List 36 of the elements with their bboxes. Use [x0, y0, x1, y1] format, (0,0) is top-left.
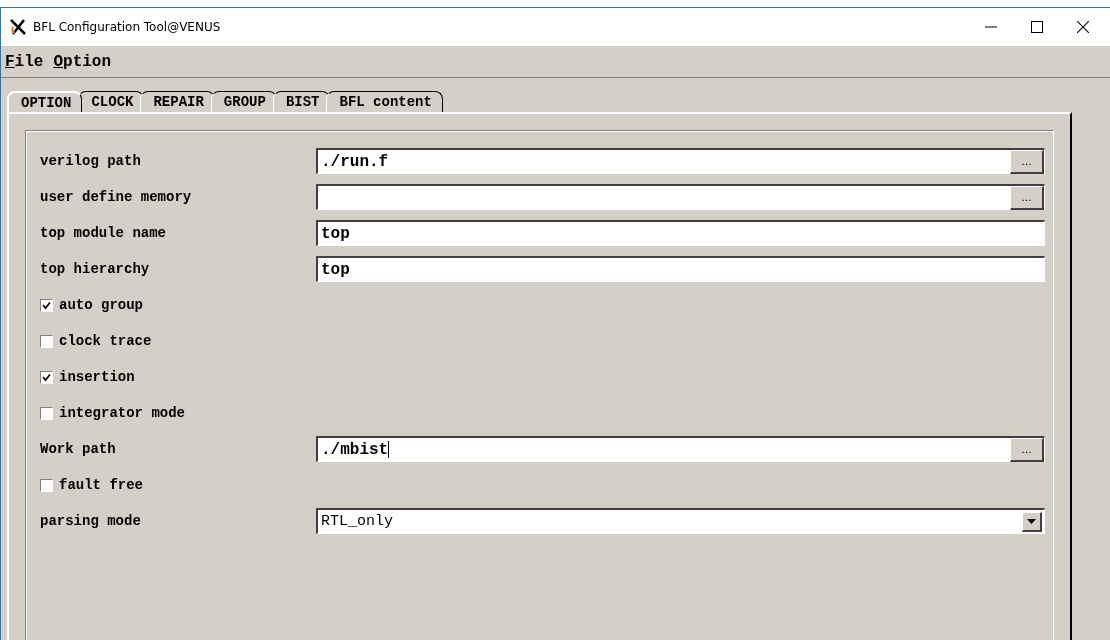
close-icon — [1077, 21, 1089, 33]
checkbox[interactable] — [40, 334, 53, 348]
menu-item[interactable]: Option — [53, 52, 112, 71]
text-field[interactable]: top — [316, 220, 1045, 246]
dropdown[interactable]: RTL_only — [316, 508, 1045, 534]
field-label: verilog path — [40, 153, 142, 169]
tab[interactable]: GROUP — [210, 91, 277, 112]
checkbox[interactable] — [40, 370, 53, 384]
text-field[interactable]: ... — [316, 184, 1045, 210]
checkbox[interactable] — [40, 406, 53, 420]
minimize-icon — [985, 26, 997, 28]
checkbox-label: clock trace — [59, 333, 153, 349]
window-title: BFL Configuration Tool@VENUS — [33, 20, 222, 34]
field-label: top module name — [40, 225, 168, 241]
field-label: Work path — [40, 441, 117, 457]
field-label: parsing mode — [40, 513, 142, 529]
checkbox-label: auto group — [59, 297, 144, 313]
checkbox-label: insertion — [59, 369, 136, 385]
tab[interactable]: BFL content — [326, 91, 443, 112]
browse-button[interactable]: ... — [1010, 437, 1044, 462]
browse-button[interactable]: ... — [1010, 149, 1044, 174]
maximize-icon — [1031, 21, 1043, 33]
field-label: user define memory — [40, 189, 193, 205]
app-logo-icon — [9, 19, 27, 35]
tab[interactable]: OPTION — [7, 91, 83, 112]
checkbox[interactable] — [40, 298, 53, 312]
text-field[interactable]: top — [316, 256, 1045, 282]
menu-item[interactable]: File — [5, 52, 44, 71]
field-label: top hierarchy — [40, 261, 151, 277]
checkbox-label: integrator mode — [59, 405, 187, 421]
checkbox-label: fault free — [59, 477, 144, 493]
tab[interactable]: REPAIR — [140, 91, 215, 112]
text-field[interactable]: ./run.f ... — [316, 148, 1045, 174]
text-field[interactable]: ./mbist ... — [316, 436, 1045, 462]
checkbox[interactable] — [40, 478, 53, 492]
browse-button[interactable]: ... — [1010, 185, 1044, 210]
